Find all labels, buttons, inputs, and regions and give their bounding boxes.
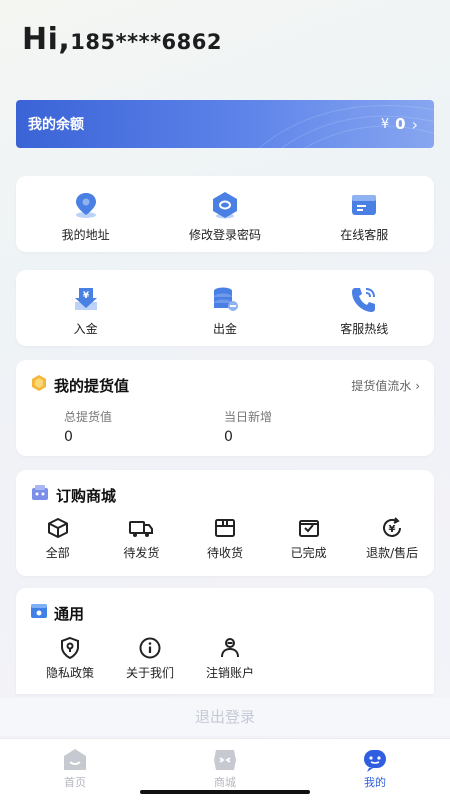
my-address-button[interactable]: 我的地址 — [26, 190, 146, 243]
order-all-label: 全部 — [45, 546, 70, 560]
package-icon — [214, 519, 235, 537]
daily-new-label: 当日新增 — [224, 410, 273, 424]
tab-home-label: 首页 — [64, 776, 86, 789]
deposit-label: 入金 — [73, 322, 98, 336]
privacy-policy-button[interactable]: 隐私政策 — [42, 636, 98, 681]
pickup-title: 我的提货值 — [54, 376, 130, 395]
online-service-label: 在线客服 — [340, 228, 389, 242]
chevron-right-icon: › — [411, 114, 418, 134]
order-completed-button[interactable]: 已完成 — [271, 516, 347, 561]
phone-hotline-icon — [349, 284, 379, 314]
home-indicator — [140, 790, 310, 794]
general-title: 通用 — [54, 604, 85, 623]
withdraw-button[interactable]: 出金 — [165, 284, 285, 337]
order-completed-label: 已完成 — [290, 546, 327, 560]
order-pending-ship-label: 待发货 — [123, 546, 160, 560]
daily-new-value: 0 — [224, 429, 233, 445]
deposit-icon: ¥ — [71, 284, 101, 314]
online-service-button[interactable]: 在线客服 — [304, 190, 424, 243]
chevron-right-icon: › — [415, 378, 420, 393]
balance-banner[interactable]: 我的余额 ¥0 › — [16, 100, 434, 148]
withdraw-label: 出金 — [212, 322, 237, 336]
user-phone: 185****6862 — [70, 30, 223, 54]
order-pending-receive-label: 待收货 — [206, 546, 243, 560]
currency-symbol: ¥ — [380, 116, 390, 132]
balance-title: 我的余额 — [28, 117, 84, 133]
home-icon — [64, 749, 86, 770]
withdraw-coins-icon — [210, 284, 240, 314]
box-icon — [47, 518, 68, 538]
my-address-label: 我的地址 — [61, 228, 110, 242]
total-pickup-stat: 总提货值 0 — [64, 408, 224, 445]
total-pickup-label: 总提货值 — [64, 410, 113, 424]
truck-icon — [129, 521, 154, 537]
tab-profile[interactable]: 我的 — [325, 739, 425, 800]
delete-account-label: 注销账户 — [205, 666, 254, 680]
daily-new-stat: 当日新增 0 — [224, 408, 384, 445]
orders-title: 订购商城 — [56, 486, 117, 505]
completed-box-icon — [298, 520, 319, 537]
tab-profile-label: 我的 — [364, 776, 386, 789]
general-card: 通用 隐私政策 关于我们 注销账户 — [16, 588, 434, 694]
logout-button[interactable]: 退出登录 — [0, 698, 450, 736]
greeting-title: Hi,185****6862 — [22, 22, 222, 57]
funds-card: ¥ 入金 出金 客服热线 — [16, 270, 434, 346]
total-pickup-value: 0 — [64, 429, 73, 445]
location-pin-icon — [71, 190, 101, 220]
tab-home[interactable]: 首页 — [25, 739, 125, 800]
order-all-button[interactable]: 全部 — [20, 516, 96, 561]
greeting-hi: Hi, — [22, 22, 71, 57]
order-pending-receive-button[interactable]: 待收货 — [187, 516, 263, 561]
deposit-button[interactable]: ¥ 入金 — [26, 284, 146, 337]
balance-value: ¥0 › — [381, 115, 418, 134]
shield-icon — [61, 636, 79, 660]
refund-icon: ¥ — [383, 517, 402, 537]
privacy-policy-label: 隐私政策 — [45, 666, 94, 680]
order-pending-ship-button[interactable]: 待发货 — [103, 516, 179, 561]
orders-card: 订购商城 全部 待发货 待收货 已完成 ¥ 退款/售后 — [16, 470, 434, 576]
change-password-label: 修改登录密码 — [188, 228, 261, 242]
order-refund-button[interactable]: ¥ 退款/售后 — [354, 516, 430, 561]
delete-account-button[interactable]: 注销账户 — [202, 636, 258, 681]
info-icon — [139, 637, 161, 659]
customer-service-card-icon — [349, 190, 379, 220]
pickup-value-card: 我的提货值 提货值流水 › 总提货值 0 当日新增 0 — [16, 360, 434, 456]
hexagon-lock-icon — [210, 190, 240, 220]
user-remove-icon — [221, 638, 239, 658]
about-us-label: 关于我们 — [125, 666, 174, 680]
mall-icon — [30, 484, 50, 506]
hotline-label: 客服热线 — [340, 322, 389, 336]
tab-shop-label: 商城 — [214, 776, 236, 789]
change-password-button[interactable]: 修改登录密码 — [165, 190, 285, 243]
shop-icon — [214, 750, 236, 770]
about-us-button[interactable]: 关于我们 — [122, 636, 178, 681]
order-refund-label: 退款/售后 — [366, 546, 419, 560]
hotline-button[interactable]: 客服热线 — [304, 284, 424, 337]
pickup-history-link[interactable]: 提货值流水 › — [351, 377, 420, 394]
profile-icon — [364, 750, 386, 772]
general-settings-icon — [30, 602, 48, 624]
pickup-history-label: 提货值流水 — [351, 378, 412, 393]
balance-amount: 0 — [395, 115, 406, 133]
svg-text:¥: ¥ — [83, 291, 90, 301]
quick-actions-card: 我的地址 修改登录密码 在线客服 — [16, 176, 434, 252]
coin-badge-icon — [30, 374, 48, 396]
svg-text:¥: ¥ — [389, 524, 396, 535]
